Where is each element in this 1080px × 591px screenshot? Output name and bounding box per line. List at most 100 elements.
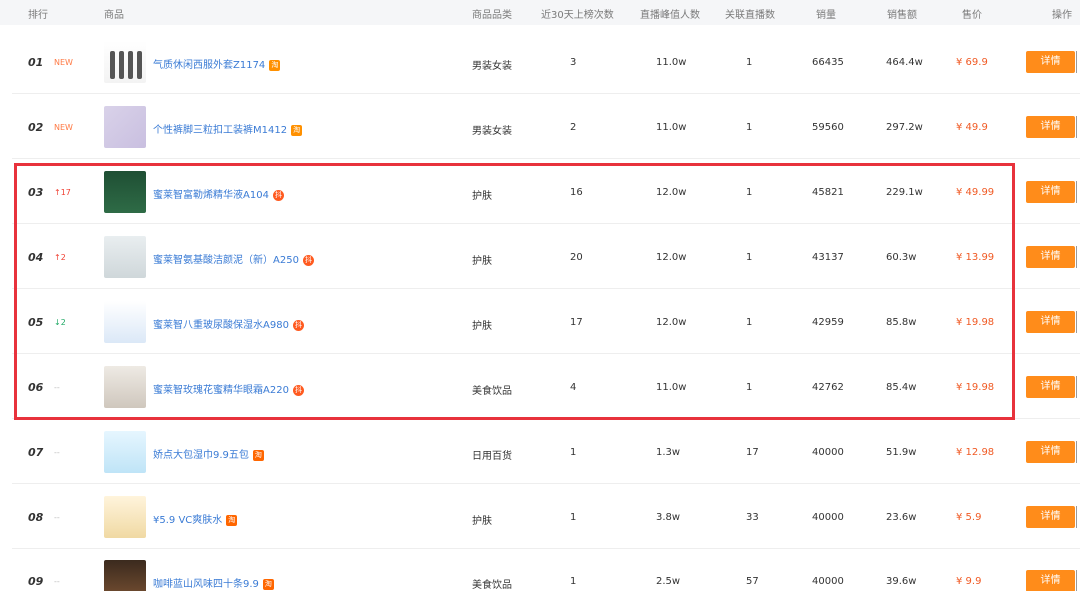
price-cell: ¥ 9.9 <box>956 576 982 587</box>
product-name-link[interactable]: 咖啡蓝山风味四十条9.9 淘 <box>153 575 274 590</box>
table-row: 06 -- 蜜莱智玫瑰花蜜精华眼霜A220 抖 美食饮品 4 11.0w 1 42… <box>12 355 1080 419</box>
price-cell: ¥ 19.98 <box>956 317 995 328</box>
detail-button[interactable]: 详情 <box>1026 570 1075 591</box>
rank-number: 04 <box>28 251 44 264</box>
header-peak-viewers: 直播峰值人数 <box>640 10 700 21</box>
price-cell: ¥ 69.9 <box>956 57 988 68</box>
product-name-link[interactable]: 气质休闲西服外套Z1174 淘 <box>153 56 281 71</box>
revenue-cell: 229.1w <box>886 187 923 198</box>
detail-button[interactable]: 详情 <box>1026 181 1075 203</box>
category-cell: 日用百货 <box>472 451 512 462</box>
product-thumbnail[interactable] <box>104 366 146 408</box>
product-name-link[interactable]: 个性裤脚三粒扣工装裤M1412 淘 <box>153 121 303 136</box>
live-count-cell: 33 <box>746 512 759 523</box>
price-cell: ¥ 5.9 <box>956 512 982 523</box>
product-thumbnail[interactable] <box>104 41 146 83</box>
header-revenue: 销售额 <box>887 10 917 21</box>
days-cell: 4 <box>570 382 577 393</box>
table-row: 08 -- ¥5.9 VC爽肤水淘 护肤 1 3.8w 33 40000 23.… <box>12 485 1080 549</box>
peak-cell: 11.0w <box>656 57 687 68</box>
header-product: 商品 <box>104 10 124 21</box>
days-cell: 1 <box>570 512 577 523</box>
peak-cell: 11.0w <box>656 382 687 393</box>
sales-cell: 43137 <box>812 252 844 263</box>
detail-button[interactable]: 详情 <box>1026 506 1075 528</box>
sales-cell: 40000 <box>812 576 844 587</box>
product-thumbnail[interactable] <box>104 106 146 148</box>
row-edge <box>1076 441 1080 463</box>
product-thumbnail[interactable] <box>104 496 146 538</box>
peak-cell: 11.0w <box>656 122 687 133</box>
row-edge <box>1076 570 1080 591</box>
row-edge <box>1076 116 1080 138</box>
detail-button[interactable]: 详情 <box>1026 246 1075 268</box>
product-name-link[interactable]: 娇点大包湿巾9.9五包淘 <box>153 446 264 461</box>
detail-button[interactable]: 详情 <box>1026 441 1075 463</box>
product-name-link[interactable]: ¥5.9 VC爽肤水淘 <box>153 511 238 526</box>
revenue-cell: 51.9w <box>886 447 917 458</box>
douyin-icon: 抖 <box>292 384 304 396</box>
price-cell: ¥ 49.9 <box>956 122 988 133</box>
category-cell: 美食饮品 <box>472 580 512 591</box>
product-thumbnail[interactable] <box>104 301 146 343</box>
revenue-cell: 23.6w <box>886 512 917 523</box>
header-price: 售价 <box>962 10 982 21</box>
product-thumbnail[interactable] <box>104 171 146 213</box>
rank-number: 08 <box>28 511 44 524</box>
rank-change: -- <box>54 577 60 586</box>
table-row: 02 NEW 个性裤脚三粒扣工装裤M1412 淘 男装女装 2 11.0w 1 5… <box>12 95 1080 159</box>
table-row: 05 ↓2 蜜莱智八重玻尿酸保湿水A980 抖 护肤 17 12.0w 1 429… <box>12 290 1080 354</box>
rank-number: 01 <box>28 56 44 69</box>
product-name-link[interactable]: 蜜莱智八重玻尿酸保湿水A980 抖 <box>153 316 304 331</box>
rank-change: NEW <box>54 58 73 67</box>
taobao-icon: 淘 <box>252 449 264 461</box>
row-edge <box>1076 181 1080 203</box>
live-count-cell: 1 <box>746 382 753 393</box>
price-cell: ¥ 49.99 <box>956 187 995 198</box>
product-name-link[interactable]: 蜜莱智氨基酸洁颜泥（新）A250 抖 <box>153 251 314 266</box>
peak-cell: 12.0w <box>656 187 687 198</box>
header-action: 操作 <box>1052 10 1072 21</box>
category-cell: 护肤 <box>472 191 492 202</box>
header-category: 商品品类 <box>472 10 512 21</box>
rank-change: ↓2 <box>54 318 66 327</box>
live-count-cell: 1 <box>746 57 753 68</box>
category-cell: 护肤 <box>472 321 492 332</box>
header-rank: 排行 <box>28 10 48 21</box>
category-cell: 美食饮品 <box>472 386 512 397</box>
days-cell: 16 <box>570 187 583 198</box>
sales-cell: 40000 <box>812 512 844 523</box>
days-cell: 3 <box>570 57 577 68</box>
douyin-icon: 抖 <box>272 189 284 201</box>
revenue-cell: 85.8w <box>886 317 917 328</box>
detail-button[interactable]: 详情 <box>1026 376 1075 398</box>
detail-button[interactable]: 详情 <box>1026 311 1075 333</box>
rank-change: ↑2 <box>54 253 66 262</box>
revenue-cell: 85.4w <box>886 382 917 393</box>
row-edge <box>1076 376 1080 398</box>
category-cell: 男装女装 <box>472 61 512 72</box>
live-count-cell: 1 <box>746 122 753 133</box>
live-count-cell: 1 <box>746 252 753 263</box>
product-thumbnail[interactable] <box>104 431 146 473</box>
price-cell: ¥ 12.98 <box>956 447 995 458</box>
rank-number: 05 <box>28 316 44 329</box>
peak-cell: 3.8w <box>656 512 681 523</box>
rank-change: -- <box>54 513 60 522</box>
peak-cell: 12.0w <box>656 317 687 328</box>
product-thumbnail[interactable] <box>104 236 146 278</box>
detail-button[interactable]: 详情 <box>1026 116 1075 138</box>
product-name-link[interactable]: 蜜莱智玫瑰花蜜精华眼霜A220 抖 <box>153 381 304 396</box>
category-cell: 护肤 <box>472 256 492 267</box>
table-row: 01 NEW 气质休闲西服外套Z1174 淘 男装女装 3 11.0w 1 664… <box>12 30 1080 94</box>
detail-button[interactable]: 详情 <box>1026 51 1075 73</box>
rank-change: -- <box>54 448 60 457</box>
sales-cell: 40000 <box>812 447 844 458</box>
product-name-link[interactable]: 蜜莱智富勒烯精华液A104 抖 <box>153 186 284 201</box>
days-cell: 2 <box>570 122 577 133</box>
rank-number: 02 <box>28 121 44 134</box>
header-sales: 销量 <box>816 10 836 21</box>
category-cell: 男装女装 <box>472 126 512 137</box>
live-count-cell: 57 <box>746 576 759 587</box>
product-thumbnail[interactable] <box>104 560 146 591</box>
